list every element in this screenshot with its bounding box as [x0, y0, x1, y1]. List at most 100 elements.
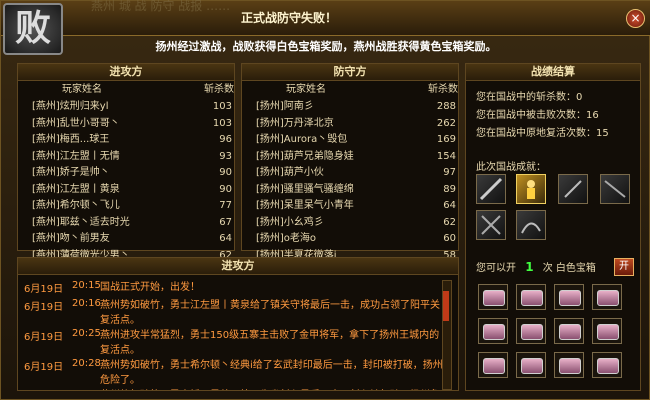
- attack-column-header: 玩家姓名 斩杀数: [18, 81, 234, 99]
- white-chest-icon[interactable]: [554, 318, 584, 344]
- golden-warrior-icon[interactable]: [516, 174, 546, 204]
- stat-killed: 您在国战中被击败次数：16: [476, 110, 599, 121]
- log-date: 6月19日: [24, 362, 64, 373]
- player-name: [扬州]骚里骚气骚缠绵: [256, 183, 354, 195]
- player-kills: 89: [443, 183, 456, 195]
- window-title: 正式战防守失败！: [241, 11, 338, 25]
- log-panel-title: 进攻方: [18, 258, 458, 275]
- log-date: 6月19日: [24, 332, 64, 343]
- player-name: [燕州]耶兹丶适去时光: [32, 216, 130, 228]
- white-chest-icon[interactable]: [592, 284, 622, 310]
- player-kills: 93: [219, 150, 232, 162]
- attack-list: [燕州]炫刑归来yl 103 [燕州]乱世小哥哥丶 103 [燕州]梅西...球王 96 […: [18, 99, 234, 264]
- player-name: [燕州]希尔顿丶飞儿: [32, 200, 120, 211]
- log-time: 20:16: [72, 298, 101, 309]
- player-name: [燕州]炫刑归来yl: [32, 101, 109, 112]
- player-name: [燕州]乱世小哥哥丶: [32, 117, 120, 129]
- open-prefix: 您可以开: [476, 263, 516, 274]
- log-text: 燕州进攻半常猛烈，勇士150级五寨主击败了金甲将军，拿下了扬州王城内的复活点。: [100, 330, 440, 356]
- stat-kills: 您在国战中的斩杀数：0: [476, 92, 583, 103]
- player-name: [燕州]娇子是帅丶: [32, 167, 110, 178]
- player-row: [燕州]希尔顿丶飞儿 77: [18, 198, 234, 215]
- defense-column-header: 玩家姓名 斩杀数: [242, 81, 458, 99]
- player-row: [燕州]炫刑归来yl 103: [18, 99, 234, 116]
- log-scrollbar[interactable]: [442, 280, 452, 390]
- defense-panel-title: 防守方: [242, 64, 458, 81]
- player-row: [燕州]娇子是帅丶 90: [18, 165, 234, 182]
- white-chest-icon[interactable]: [554, 352, 584, 378]
- defense-list: [扬州]阿南彡 288 [扬州]万丹泽北京 262 [扬州]Aurora丶毁包 169 [扬…: [242, 99, 458, 264]
- open-chest-line: 您可以开 1 次 白色宝箱: [476, 257, 636, 277]
- white-chest-icon[interactable]: [478, 352, 508, 378]
- player-kills: 262: [436, 117, 456, 129]
- player-kills: 62: [443, 216, 456, 228]
- open-chest-button[interactable]: 开: [614, 258, 634, 276]
- whip-icon[interactable]: [516, 210, 546, 240]
- log-text: 国战正式开始，出发！: [100, 282, 200, 293]
- white-chest-icon[interactable]: [592, 352, 622, 378]
- player-name: [扬州]Aurora丶毁包: [256, 134, 348, 145]
- battle-log-panel: 进攻方 6月19日 20:15 国战正式开始，出发！ 6月19日 20:16 燕州势如破竹…: [17, 257, 459, 391]
- player-kills: 67: [219, 216, 232, 228]
- player-kills: 64: [443, 200, 456, 211]
- log-time: 20:28: [72, 358, 101, 369]
- player-row: [扬州]骚里骚气骚缠绵 89: [242, 182, 458, 199]
- player-kills: 64: [219, 233, 232, 244]
- player-name: [燕州]吻丶前男友: [32, 233, 110, 244]
- title-bar: 燕州 城 战 防守 战报 …… 正式战防守失败！ ×: [1, 0, 650, 36]
- attack-panel-title: 进攻方: [18, 64, 234, 81]
- player-row: [扬州]葫芦兄弟隐身娃 154: [242, 149, 458, 166]
- player-row: [燕州]江左盟丨无情 93: [18, 149, 234, 166]
- player-kills: 77: [219, 200, 232, 211]
- white-chest-icon[interactable]: [516, 352, 546, 378]
- player-kills: 60: [443, 233, 456, 244]
- player-kills: 103: [212, 101, 232, 112]
- result-announcement: 扬州经过激战，战败获得白色宝箱奖励，燕州战胜获得黄色宝箱奖励。: [155, 40, 497, 53]
- player-name: [燕州]江左盟丨无情: [32, 150, 120, 162]
- col-kills: 斩杀数: [204, 84, 234, 95]
- player-row: [扬州]小幺鸡彡 62: [242, 215, 458, 232]
- col-kills: 斩杀数: [428, 84, 458, 95]
- player-row: [扬州]万丹泽北京 262: [242, 116, 458, 133]
- spear-icon[interactable]: [600, 174, 630, 204]
- player-kills: 169: [436, 134, 456, 145]
- player-kills: 90: [219, 167, 232, 178]
- dagger-icon[interactable]: [558, 174, 588, 204]
- crossed-swords-icon[interactable]: [476, 210, 506, 240]
- results-panel-title: 战绩结算: [466, 64, 640, 81]
- attack-panel: 进攻方 玩家姓名 斩杀数 [燕州]炫刑归来yl 103 [燕州]乱世小哥哥丶 103[…: [17, 63, 235, 261]
- white-chest-icon[interactable]: [516, 284, 546, 310]
- close-button[interactable]: ×: [626, 9, 645, 28]
- stat-revive: 您在国战中原地复活次数：15: [476, 128, 609, 139]
- white-chest-icon[interactable]: [516, 318, 546, 344]
- white-chest-icon[interactable]: [478, 284, 508, 310]
- player-name: [扬州]阿南彡: [256, 101, 314, 112]
- scrollbar-thumb[interactable]: [443, 291, 449, 321]
- player-name: [扬州]万丹泽北京: [256, 117, 334, 129]
- player-kills: 154: [436, 150, 456, 162]
- white-chest-icon[interactable]: [554, 284, 584, 310]
- log-text: 燕州势如破竹，勇士娇子是帅丶给了朱雀封印最后一击，封印被打破，扬州危险了。: [100, 388, 445, 390]
- player-row: [扬州]阿南彡 288: [242, 99, 458, 116]
- player-name: [扬州]葫芦小伙: [256, 167, 324, 178]
- background-ticker: 燕州 城 战 防守 战报 ……: [91, 0, 231, 13]
- player-row: [燕州]耶兹丶适去时光 67: [18, 215, 234, 232]
- sword-icon[interactable]: [476, 174, 506, 204]
- white-chest-icon[interactable]: [478, 318, 508, 344]
- defense-panel: 防守方 玩家姓名 斩杀数 [扬州]阿南彡 288 [扬州]万丹泽北京 262 [扬州]A…: [241, 63, 459, 261]
- white-chest-icon[interactable]: [592, 318, 622, 344]
- log-text: 燕州势如破竹，勇士希尔顿丶经典i给了玄武封印最后一击，封印被打破，扬州危险了。: [100, 360, 443, 386]
- player-row: [扬州]呆里呆气小青年 64: [242, 198, 458, 215]
- player-row: [燕州]吻丶前男友 64: [18, 231, 234, 248]
- player-name: [扬州]小幺鸡彡: [256, 216, 324, 228]
- player-row: [扬州]葫芦小伙 97: [242, 165, 458, 182]
- player-name: [燕州]梅西...球王: [32, 134, 110, 145]
- war-result-window: 燕州 城 战 防守 战报 …… 正式战防守失败！ × 败 扬州经过激战，战败获得…: [0, 0, 650, 400]
- player-kills: 103: [212, 117, 232, 129]
- log-date: 6月19日: [24, 284, 64, 295]
- player-name: [扬州]葫芦兄弟隐身娃: [256, 150, 354, 162]
- col-player-name: 玩家姓名: [62, 84, 102, 95]
- open-suffix: 次 白色宝箱: [542, 263, 596, 274]
- player-kills: 96: [219, 134, 232, 145]
- player-name: [扬州]o老海o: [256, 233, 317, 244]
